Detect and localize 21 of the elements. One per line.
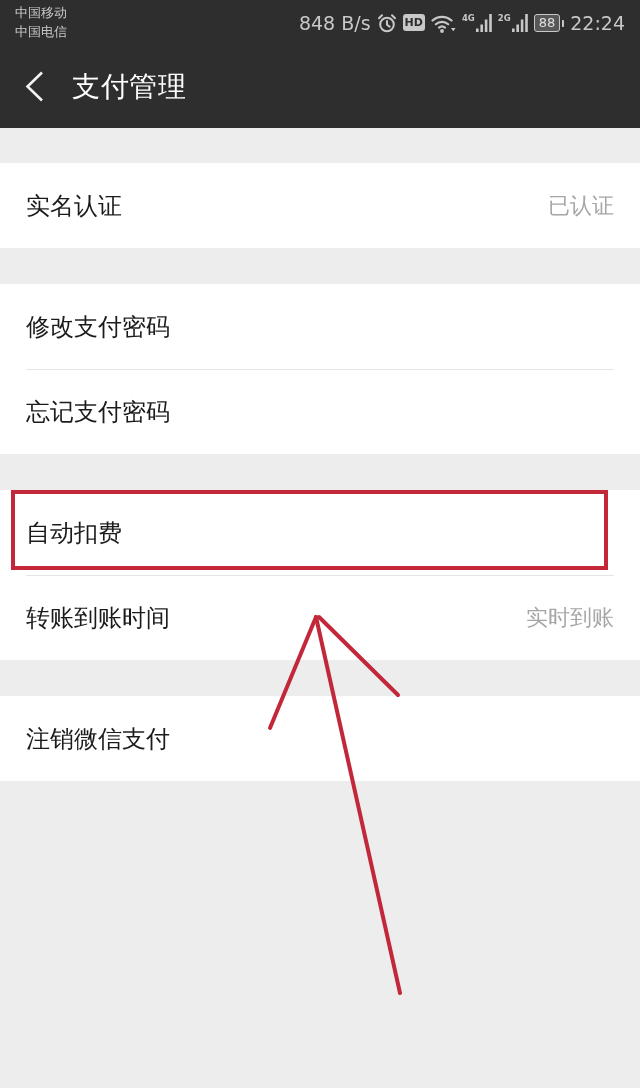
carrier-name: 中国电信 (15, 23, 67, 41)
network-type-label: 4G (461, 13, 475, 23)
settings-item[interactable]: 自动扣费 (26, 516, 122, 549)
settings-item[interactable]: 忘记支付密码 (26, 395, 170, 428)
clock-time: 22:24 (570, 11, 625, 34)
back-icon[interactable] (25, 71, 44, 102)
signal-icon (511, 13, 528, 32)
page-title: 支付管理 (72, 68, 186, 105)
item-value: 已认证 (548, 191, 614, 220)
battery-indicator: 88 (533, 13, 565, 32)
network-type-label: 2G (497, 13, 511, 23)
carrier-name: 中国移动 (15, 4, 67, 22)
network-speed: 848 B/s (298, 11, 371, 34)
signal-icon (475, 13, 492, 32)
hd-badge: HD (402, 14, 425, 31)
alarm-clock-icon (376, 12, 397, 33)
item-value: 实时到账 (526, 603, 614, 632)
settings-item[interactable]: 转账到账时间 (26, 601, 170, 634)
settings-item[interactable]: 注销微信支付 (26, 722, 170, 755)
settings-item[interactable]: 修改支付密码 (26, 310, 170, 343)
settings-item[interactable]: 实名认证 (26, 189, 122, 222)
